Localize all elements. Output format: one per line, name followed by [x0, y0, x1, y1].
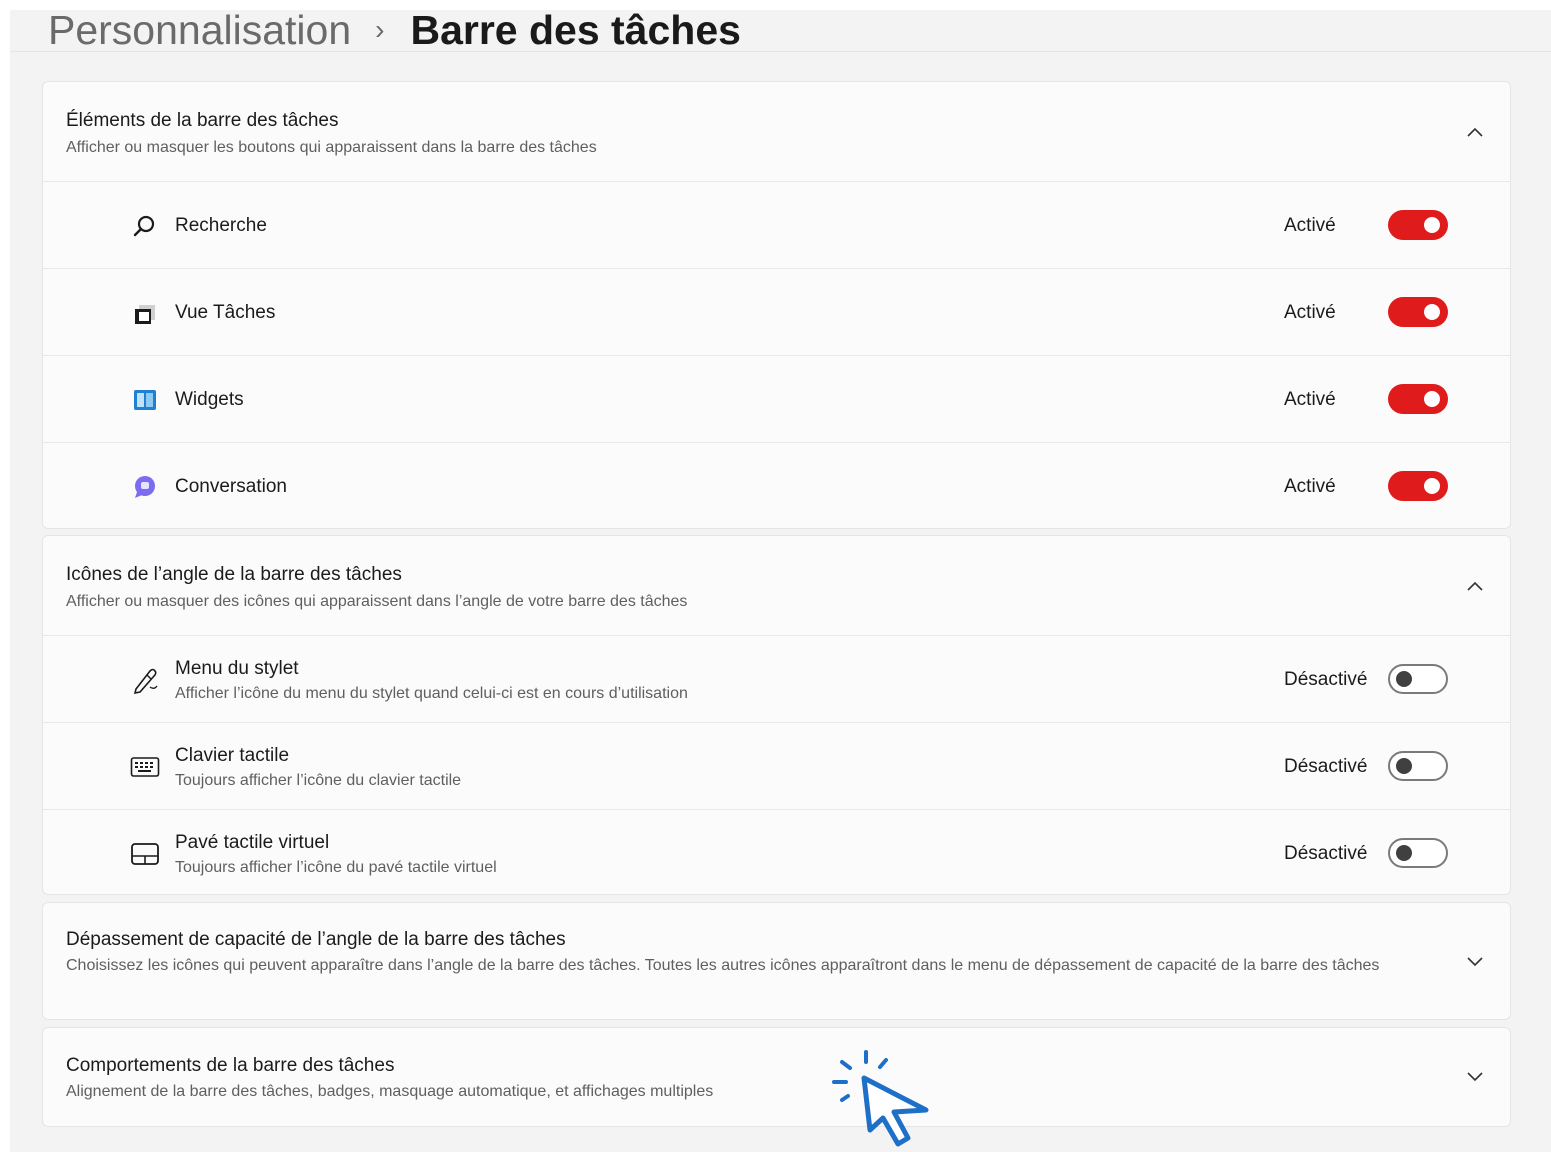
- taskbar-behaviors-section[interactable]: Comportements de la barre des tâches Ali…: [42, 1027, 1511, 1127]
- chat-icon: [130, 472, 160, 502]
- widgets-toggle[interactable]: [1388, 384, 1448, 414]
- widgets-icon: [130, 385, 160, 415]
- breadcrumb-separator-icon: ›: [375, 14, 385, 45]
- setting-label: Menu du stylet: [175, 658, 299, 679]
- section-subtitle: Alignement de la barre des tâches, badge…: [66, 1083, 714, 1100]
- toggle-state-text: Activé: [1284, 476, 1336, 497]
- section-subtitle: Choisissez les icônes qui peuvent appara…: [66, 957, 1380, 974]
- header-divider: [10, 51, 1551, 52]
- section-title: Dépassement de capacité de l’angle de la…: [66, 929, 566, 950]
- section-subtitle: Afficher ou masquer des icônes qui appar…: [66, 593, 688, 610]
- setting-row-touch-keyboard: Clavier tactile Toujours afficher l’icôn…: [43, 722, 1510, 809]
- section-subtitle: Afficher ou masquer les boutons qui appa…: [66, 139, 597, 156]
- setting-row-search: Recherche Activé: [43, 181, 1510, 268]
- section-title: Éléments de la barre des tâches: [66, 110, 339, 131]
- setting-description: Toujours afficher l’icône du pavé tactil…: [175, 859, 497, 876]
- chevron-down-icon[interactable]: [1465, 1067, 1485, 1087]
- setting-label: Pavé tactile virtuel: [175, 832, 330, 853]
- chat-toggle[interactable]: [1388, 471, 1448, 501]
- chevron-down-icon[interactable]: [1465, 952, 1485, 972]
- setting-row-virtual-touchpad: Pavé tactile virtuel Toujours afficher l…: [43, 809, 1510, 896]
- keyboard-icon: [130, 752, 160, 782]
- toggle-state-text: Activé: [1284, 215, 1336, 236]
- toggle-state-text: Désactivé: [1284, 669, 1368, 690]
- click-cursor-icon: [828, 1048, 938, 1152]
- setting-row-pen-menu: Menu du stylet Afficher l’icône du menu …: [43, 635, 1510, 722]
- breadcrumb-personalisation-link[interactable]: Personnalisation: [48, 7, 351, 54]
- setting-label: Vue Tâches: [175, 302, 276, 323]
- setting-label: Clavier tactile: [175, 745, 290, 766]
- breadcrumb: Personnalisation › Barre des tâches: [48, 7, 741, 53]
- setting-row-chat: Conversation Activé: [43, 442, 1510, 529]
- setting-label: Conversation: [175, 476, 287, 497]
- pen-menu-toggle[interactable]: [1388, 664, 1448, 694]
- section-title: Icônes de l’angle de la barre des tâches: [66, 564, 402, 585]
- pen-icon: [130, 665, 160, 695]
- search-icon: [130, 211, 160, 241]
- taskbar-items-section: Éléments de la barre des tâches Afficher…: [42, 81, 1511, 529]
- corner-icons-section: Icônes de l’angle de la barre des tâches…: [42, 535, 1511, 895]
- taskbar-items-header[interactable]: Éléments de la barre des tâches Afficher…: [43, 82, 1510, 181]
- setting-description: Afficher l’icône du menu du stylet quand…: [175, 685, 688, 702]
- touch-keyboard-toggle[interactable]: [1388, 751, 1448, 781]
- task-view-toggle[interactable]: [1388, 297, 1448, 327]
- search-toggle[interactable]: [1388, 210, 1448, 240]
- chevron-up-icon[interactable]: [1465, 122, 1485, 142]
- chevron-up-icon[interactable]: [1465, 576, 1485, 596]
- corner-overflow-section[interactable]: Dépassement de capacité de l’angle de la…: [42, 902, 1511, 1020]
- setting-label: Widgets: [175, 389, 244, 410]
- page-title: Barre des tâches: [410, 6, 741, 53]
- setting-row-task-view: Vue Tâches Activé: [43, 268, 1510, 355]
- toggle-state-text: Activé: [1284, 389, 1336, 410]
- setting-row-widgets: Widgets Activé: [43, 355, 1510, 442]
- toggle-state-text: Désactivé: [1284, 843, 1368, 864]
- toggle-state-text: Activé: [1284, 302, 1336, 323]
- setting-label: Recherche: [175, 215, 267, 236]
- virtual-touchpad-toggle[interactable]: [1388, 838, 1448, 868]
- task-view-icon: [130, 298, 160, 328]
- toggle-state-text: Désactivé: [1284, 756, 1368, 777]
- setting-description: Toujours afficher l’icône du clavier tac…: [175, 772, 462, 789]
- corner-icons-header[interactable]: Icônes de l’angle de la barre des tâches…: [43, 536, 1510, 635]
- touchpad-icon: [130, 839, 160, 869]
- section-title: Comportements de la barre des tâches: [66, 1055, 395, 1076]
